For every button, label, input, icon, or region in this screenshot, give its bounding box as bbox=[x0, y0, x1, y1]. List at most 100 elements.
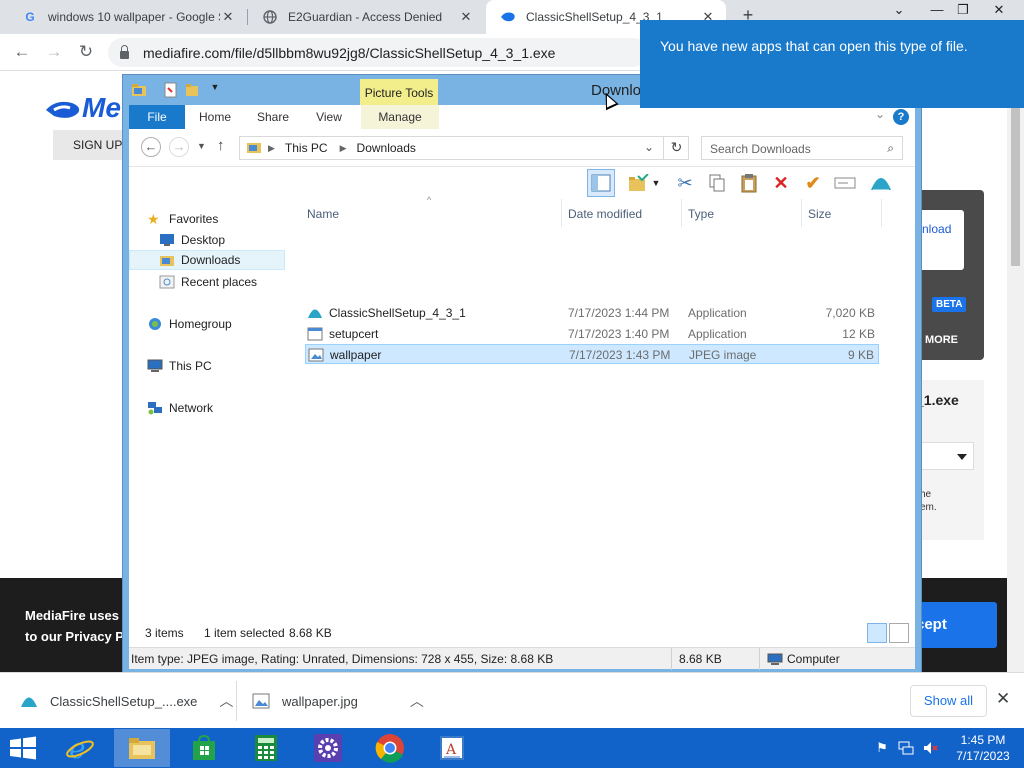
column-divider[interactable] bbox=[801, 199, 802, 227]
nav-recent-places[interactable]: Recent places bbox=[159, 272, 257, 292]
calculator-icon[interactable] bbox=[238, 729, 294, 767]
nav-this-pc[interactable]: This PC bbox=[147, 356, 212, 376]
forward-arrow-icon[interactable]: → bbox=[169, 137, 189, 157]
column-header-name[interactable]: Name bbox=[307, 207, 339, 221]
column-header-date[interactable]: Date modified bbox=[568, 207, 642, 221]
delete-icon[interactable]: ✕ bbox=[767, 169, 795, 197]
action-center-flag-icon[interactable]: ⚑ bbox=[874, 740, 890, 756]
url-text: mediafire.com/file/d5llbbm8wu92jg8/Class… bbox=[143, 44, 556, 61]
new-apps-toast[interactable]: You have new apps that can open this typ… bbox=[640, 20, 1024, 108]
nav-favorites[interactable]: ★ Favorites bbox=[147, 209, 218, 229]
file-row[interactable]: setupcert 7/17/2023 1:40 PM Application … bbox=[305, 324, 879, 344]
back-arrow-icon[interactable]: ← bbox=[141, 137, 161, 157]
back-arrow-icon[interactable]: ← bbox=[10, 40, 34, 64]
store-icon[interactable] bbox=[176, 729, 232, 767]
file-type: Application bbox=[688, 306, 747, 320]
page-scrollbar[interactable] bbox=[1007, 72, 1024, 672]
browser-tab-google[interactable]: G windows 10 wallpaper - Google S ✕ bbox=[8, 0, 246, 34]
search-placeholder: Search Downloads bbox=[710, 142, 811, 156]
tab-title: windows 10 wallpaper - Google S bbox=[48, 10, 220, 24]
nav-label: Network bbox=[169, 401, 214, 415]
file-explorer-icon[interactable] bbox=[114, 729, 170, 767]
file-row[interactable]: ClassicShellSetup_4_3_1 7/17/2023 1:44 P… bbox=[305, 303, 879, 323]
breadcrumb-this-pc[interactable]: This PC bbox=[285, 141, 328, 155]
nav-homegroup[interactable]: Homegroup bbox=[147, 314, 232, 334]
checkmark-icon[interactable]: ✔ bbox=[799, 169, 827, 197]
tab-file[interactable]: File bbox=[129, 105, 185, 129]
help-icon[interactable]: ? bbox=[893, 109, 909, 125]
up-arrow-icon[interactable]: ↑ bbox=[217, 137, 225, 154]
network-icon[interactable] bbox=[898, 740, 914, 756]
browser-tab-e2guardian[interactable]: E2Guardian - Access Denied ✕ bbox=[248, 0, 484, 34]
scrollbar-thumb[interactable] bbox=[1011, 82, 1020, 266]
nav-label: Downloads bbox=[181, 253, 241, 267]
column-divider[interactable] bbox=[881, 199, 882, 227]
chrome-icon[interactable] bbox=[362, 729, 418, 767]
qat-dropdown-icon[interactable]: ▼ bbox=[207, 82, 223, 98]
nav-network[interactable]: Network bbox=[147, 398, 213, 418]
column-header-size[interactable]: Size bbox=[808, 207, 831, 221]
large-icons-view-icon[interactable] bbox=[889, 623, 909, 643]
close-window-button[interactable]: ✕ bbox=[982, 0, 1016, 22]
details-location: Computer bbox=[767, 652, 840, 666]
copy-icon[interactable] bbox=[703, 169, 731, 197]
tab-share[interactable]: Share bbox=[247, 105, 299, 129]
download-item-wallpaper[interactable]: wallpaper.jpg ︿ bbox=[252, 673, 424, 729]
close-tab-icon[interactable]: ✕ bbox=[220, 9, 236, 25]
column-divider[interactable] bbox=[561, 199, 562, 227]
picture-tools-label: Picture Tools bbox=[360, 79, 438, 107]
download-item-classicshell[interactable]: ClassicShellSetup_....exe ︿ bbox=[20, 673, 233, 729]
nav-downloads[interactable]: Downloads bbox=[129, 250, 285, 270]
start-button[interactable] bbox=[8, 736, 38, 760]
chevron-up-icon[interactable]: ︿ bbox=[219, 691, 233, 711]
tab-view[interactable]: View bbox=[305, 105, 353, 129]
column-divider[interactable] bbox=[681, 199, 682, 227]
column-header-type[interactable]: Type bbox=[688, 207, 714, 221]
breadcrumb[interactable]: ▶ This PC ▶ Downloads ⌄ bbox=[239, 136, 689, 160]
properties-icon[interactable] bbox=[163, 82, 179, 98]
chevron-down-icon[interactable]: ⌄ bbox=[644, 140, 654, 154]
chevron-right-icon[interactable]: ▶ bbox=[340, 143, 347, 154]
pane-splitter[interactable] bbox=[289, 199, 305, 619]
breadcrumb-downloads[interactable]: Downloads bbox=[357, 141, 416, 155]
rename-icon[interactable] bbox=[831, 169, 859, 197]
settings-gear-icon[interactable] bbox=[300, 729, 356, 767]
close-icon[interactable]: ✕ bbox=[996, 689, 1010, 709]
internet-explorer-icon[interactable]: e bbox=[52, 729, 108, 767]
reload-icon[interactable]: ↻ bbox=[74, 40, 98, 64]
expand-ribbon-icon[interactable]: ⌄ bbox=[875, 107, 885, 121]
tab-home[interactable]: Home bbox=[191, 105, 239, 129]
forward-arrow-icon[interactable]: → bbox=[42, 40, 66, 64]
downloads-shelf: ClassicShellSetup_....exe ︿ wallpaper.jp… bbox=[0, 672, 1024, 728]
tab-title: E2Guardian - Access Denied bbox=[288, 10, 443, 24]
volume-muted-icon[interactable] bbox=[922, 740, 938, 756]
application-icon bbox=[307, 326, 323, 342]
mediafire-logo[interactable]: Me bbox=[44, 92, 121, 124]
details-view-icon[interactable] bbox=[867, 623, 887, 643]
file-name-cell: wallpaper bbox=[308, 347, 381, 363]
preview-pane-icon[interactable] bbox=[587, 169, 615, 197]
report-select[interactable] bbox=[914, 442, 974, 470]
nav-desktop[interactable]: Desktop bbox=[159, 230, 225, 250]
close-tab-icon[interactable]: ✕ bbox=[458, 9, 474, 25]
file-date: 7/17/2023 1:43 PM bbox=[569, 348, 671, 362]
chevron-right-icon[interactable]: ▶ bbox=[268, 143, 275, 154]
show-all-button[interactable]: Show all bbox=[910, 685, 987, 717]
tab-manage[interactable]: Manage bbox=[361, 105, 439, 129]
wordpad-icon[interactable]: A bbox=[424, 729, 480, 767]
paste-icon[interactable] bbox=[735, 169, 763, 197]
refresh-icon[interactable]: ↻ bbox=[663, 136, 689, 160]
chevron-up-icon[interactable]: ︿ bbox=[410, 691, 424, 711]
restore-button[interactable]: ❐ bbox=[946, 0, 980, 22]
new-folder-icon[interactable] bbox=[185, 82, 201, 98]
signup-button[interactable]: SIGN UP bbox=[53, 130, 125, 160]
address-bar[interactable]: mediafire.com/file/d5llbbm8wu92jg8/Class… bbox=[108, 38, 648, 67]
file-row-selected[interactable]: wallpaper 7/17/2023 1:43 PM JPEG image 9… bbox=[305, 344, 879, 364]
cut-icon[interactable]: ✂ bbox=[671, 169, 699, 197]
classic-shell-icon[interactable] bbox=[867, 169, 895, 197]
search-input[interactable]: Search Downloads ⌕ bbox=[701, 136, 903, 160]
clock[interactable]: 1:45 PM 7/17/2023 bbox=[950, 732, 1016, 764]
chevron-down-icon[interactable]: ▼ bbox=[649, 169, 663, 197]
recent-locations-icon[interactable]: ▼ bbox=[197, 141, 206, 151]
chevron-down-icon[interactable]: ⌄ bbox=[882, 0, 916, 22]
